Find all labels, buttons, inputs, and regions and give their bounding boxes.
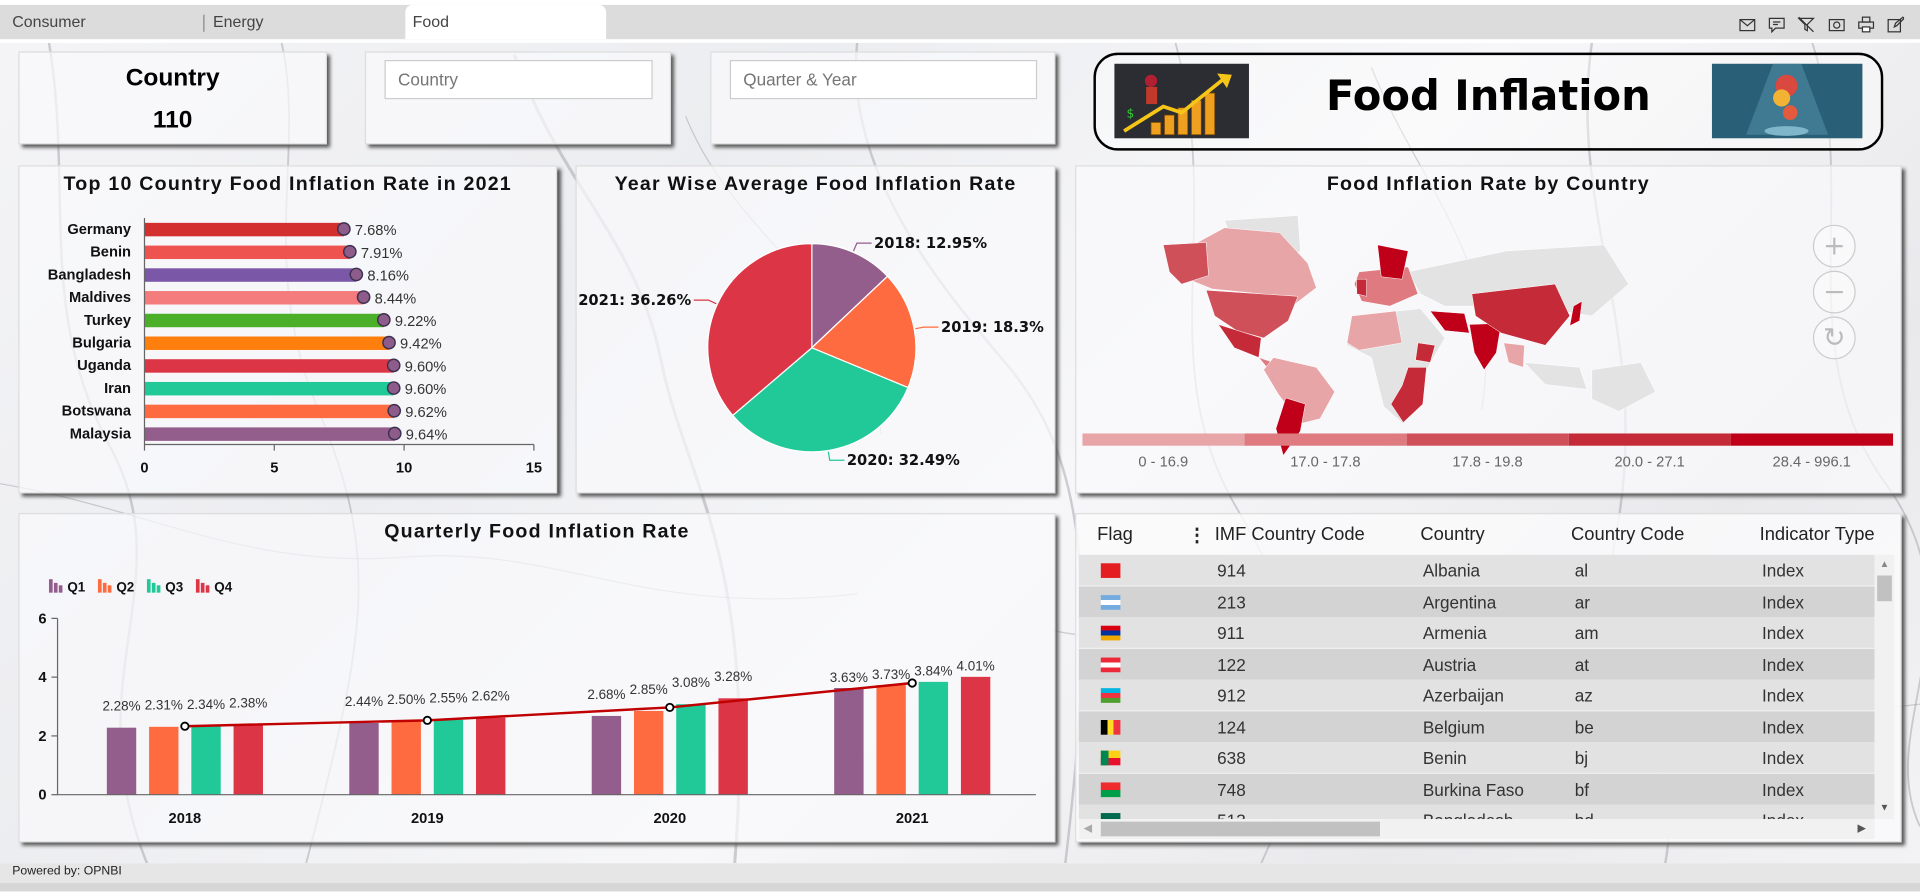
scroll-down-icon[interactable]: ▼	[1880, 802, 1890, 813]
tab-energy[interactable]: Energy	[213, 5, 263, 39]
indicator-type-cell: Index	[1762, 779, 1804, 799]
quarterly-panel: Quarterly Food Inflation Rate	[18, 513, 1056, 843]
country-code-cell: bd	[1575, 811, 1594, 820]
country-cell: Belgium	[1422, 716, 1485, 737]
table-row[interactable]: 124 Belgium be Index	[1078, 710, 1875, 743]
tab-bar: Consumer Energy Food	[0, 4, 1920, 40]
flag-am-icon	[1100, 625, 1121, 641]
table-row[interactable]: 122 Austria at Index	[1078, 648, 1875, 681]
imf-code-cell: 122	[1217, 654, 1246, 675]
indicator-type-cell: Index	[1762, 592, 1804, 612]
country-code-cell: bj	[1574, 748, 1589, 768]
map-panel: Food Inflation Rate by Country	[1075, 165, 1902, 494]
horizontal-scrollbar[interactable]: ◀ ▶	[1078, 819, 1875, 839]
kpi-label: Country	[125, 64, 220, 92]
country-filter-input[interactable]	[384, 60, 653, 100]
indicator-type-cell: Index	[1762, 623, 1804, 643]
bottom-bar	[0, 882, 1920, 892]
imf-code-cell: 911	[1217, 623, 1245, 643]
country-cell: Bangladesh	[1423, 811, 1514, 820]
table-body: 914 Albania al Index 213 Argentina ar Index 911 A…	[1076, 554, 1875, 820]
column-header-country[interactable]: Country	[1420, 524, 1484, 545]
flag-az-icon	[1100, 688, 1121, 703]
country-code-cell: az	[1574, 685, 1593, 706]
table-row[interactable]: 213 Argentina ar Index	[1078, 585, 1875, 618]
column-header-indicator-type[interactable]: Indicator Type	[1760, 524, 1875, 545]
horizontal-scroll-thumb[interactable]	[1100, 821, 1381, 837]
top10-country-panel: Top 10 Country Food Inflation Rate in 20…	[18, 165, 558, 494]
chart-title: Year Wise Average Food Inflation Rate	[614, 173, 1017, 195]
vertical-scrollbar[interactable]: ▲ ▼	[1874, 554, 1895, 820]
flag-ar-icon	[1100, 594, 1121, 610]
table-row[interactable]: 748 Burkina Faso bf Index	[1078, 773, 1875, 806]
country-cell: Austria	[1422, 654, 1477, 675]
table-row[interactable]: 513 Bangladesh bd Index	[1078, 804, 1875, 820]
clear-filter-icon[interactable]	[1797, 16, 1815, 33]
flag-be-icon	[1100, 719, 1121, 735]
title-banner: $ Food Inflation	[1093, 52, 1884, 151]
table-row[interactable]: 638 Benin bj Index	[1078, 742, 1875, 774]
country-code-cell: al	[1574, 560, 1589, 581]
indicator-type-cell: Index	[1762, 685, 1804, 706]
imf-code-cell: 748	[1217, 779, 1246, 799]
food-globe-image	[1711, 63, 1863, 139]
edit-icon[interactable]	[1887, 16, 1905, 33]
country-table-panel: Flag ⋮ IMF Country Code Country Country …	[1075, 513, 1902, 843]
country-code-cell: bf	[1574, 779, 1590, 799]
column-header-country-code[interactable]: Country Code	[1571, 524, 1684, 545]
chart-title: Top 10 Country Food Inflation Rate in 20…	[63, 173, 512, 195]
table-row[interactable]: 914 Albania al Index	[1078, 554, 1875, 587]
tab-consumer[interactable]: Consumer	[12, 5, 85, 39]
kpi-value: 110	[152, 106, 193, 134]
indicator-type-cell: Index	[1762, 716, 1804, 737]
screenshot-icon[interactable]	[1828, 16, 1845, 33]
table-row[interactable]: 911 Armenia am Index	[1078, 617, 1875, 649]
indicator-type-cell: Index	[1762, 560, 1804, 581]
country-cell: Argentina	[1422, 592, 1497, 612]
mail-icon[interactable]	[1739, 16, 1756, 33]
country-code-cell: be	[1574, 716, 1594, 737]
column-header-flag[interactable]: Flag	[1097, 524, 1133, 545]
imf-code-cell: 124	[1217, 716, 1246, 737]
flag-bf-icon	[1100, 781, 1121, 797]
country-cell: Benin	[1422, 748, 1467, 768]
scroll-right-icon[interactable]: ▶	[1858, 822, 1866, 835]
scroll-up-icon[interactable]: ▲	[1880, 558, 1890, 569]
scroll-left-icon[interactable]: ◀	[1084, 822, 1092, 835]
tab-food[interactable]: Food	[405, 4, 607, 40]
year-wise-pie-panel: Year Wise Average Food Inflation Rate	[575, 165, 1056, 494]
chart-title: Quarterly Food Inflation Rate	[384, 521, 690, 543]
comment-icon[interactable]	[1768, 16, 1785, 34]
vertical-scroll-thumb[interactable]	[1877, 575, 1892, 602]
footer: Powered by: OPNBI	[0, 863, 1920, 883]
table-row[interactable]: 912 Azerbaijan az Index	[1078, 679, 1875, 712]
indicator-type-cell: Index	[1762, 811, 1804, 820]
column-menu-icon[interactable]: ⋮	[1188, 524, 1206, 546]
indicator-type-cell: Index	[1762, 748, 1804, 768]
country-cell: Albania	[1422, 560, 1481, 581]
imf-code-cell: 513	[1217, 811, 1246, 820]
quarter-filter-card	[710, 51, 1056, 145]
country-code-cell: am	[1574, 623, 1599, 643]
print-icon[interactable]	[1858, 16, 1875, 33]
quarter-year-filter-input[interactable]	[729, 60, 1038, 100]
flag-al-icon	[1100, 563, 1121, 578]
flag-at-icon	[1100, 656, 1121, 672]
indicator-type-cell: Index	[1762, 654, 1804, 675]
flag-bj-icon	[1100, 750, 1121, 766]
kpi-card-country: Country 110	[18, 51, 327, 145]
country-cell: Azerbaijan	[1422, 685, 1504, 706]
country-code-cell: at	[1574, 654, 1590, 675]
country-cell: Armenia	[1422, 623, 1487, 643]
column-header-imf-code[interactable]: IMF Country Code	[1215, 524, 1365, 545]
country-filter-card	[364, 51, 672, 145]
imf-code-cell: 912	[1217, 685, 1246, 706]
imf-code-cell: 638	[1217, 748, 1246, 768]
tab-divider	[203, 14, 205, 32]
imf-code-cell: 213	[1217, 592, 1246, 612]
country-cell: Burkina Faso	[1422, 779, 1524, 799]
imf-code-cell: 914	[1217, 560, 1246, 581]
country-code-cell: ar	[1574, 592, 1590, 612]
chart-title: Food Inflation Rate by Country	[1326, 173, 1650, 195]
